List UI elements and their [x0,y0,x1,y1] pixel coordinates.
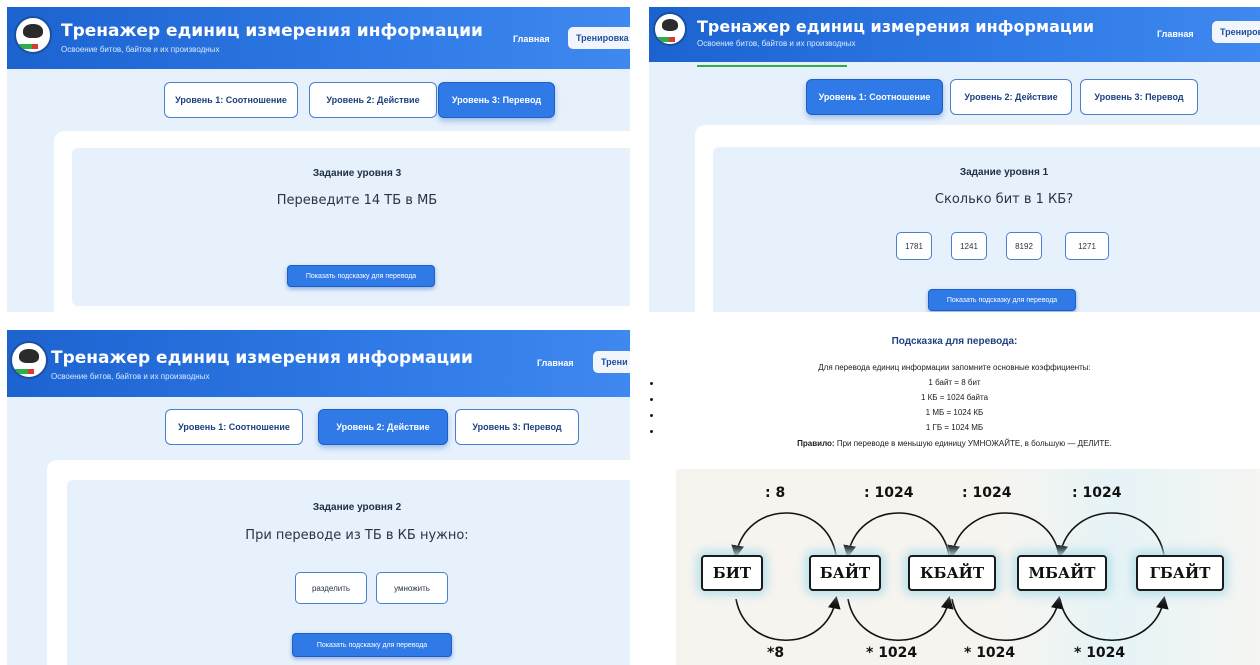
unit-kbyte: КБАЙТ [908,555,996,591]
task-card: Задание уровня 1 Сколько бит в 1 КБ? 178… [695,125,1260,312]
tab-level1[interactable]: Уровень 1: Соотношение [164,82,298,118]
nav-home-link[interactable]: Главная [537,358,574,368]
unit-byte: БАЙТ [809,555,881,591]
tab-level1[interactable]: Уровень 1: Соотношение [806,79,943,115]
panel-level2: Тренажер единиц измерения информации Осв… [7,330,630,665]
multiply-arrow [951,595,1064,641]
divide-label: : 8 [765,485,786,501]
app-header: Тренажер единиц измерения информации Осв… [7,7,630,69]
divide-label: : 1024 [864,485,914,501]
show-hint-button[interactable]: Показать подсказку для перевода [287,265,435,287]
task-title: Задание уровня 1 [959,167,1049,178]
multiply-label: * 1024 [964,645,1016,661]
bullet-marker [650,382,653,385]
divide-arrow [731,512,837,559]
hint-intro: Для перевода единиц информации запомните… [818,363,1091,372]
multiply-arrow [735,595,841,642]
app-subtitle: Освоение битов, байтов и их производных [51,372,210,381]
app-subtitle: Освоение битов, байтов и их производных [61,45,220,54]
multiply-arrow [1059,595,1169,642]
answer-option[interactable]: 1241 [951,232,987,260]
hint-fact: 1 МБ = 1024 КБ [925,408,984,417]
tab-level3[interactable]: Уровень 3: Перевод [1080,79,1198,115]
show-hint-button[interactable]: Показать подсказку для перевода [928,289,1076,311]
multiply-arrow [847,595,954,642]
hint-fact: 1 КБ = 1024 байта [920,393,989,402]
show-hint-button[interactable]: Показать подсказку для перевода [292,633,452,657]
nav-training-button[interactable]: Тренировка [568,27,630,49]
app-title: Тренажер единиц измерения информации [61,21,483,41]
task-title: Задание уровня 3 [312,168,402,179]
divide-arrow [843,512,950,559]
unit-bit: БИТ [701,555,763,591]
bullet-marker [650,430,653,433]
panda-logo-icon [14,16,52,54]
panel-level3: Тренажер единиц измерения информации Осв… [7,7,630,312]
multiply-label: *8 [767,645,785,661]
answer-option[interactable]: 1271 [1065,232,1109,260]
rule-text: При переводе в меньшую единицу УМНОЖАЙТЕ… [834,439,1112,448]
app-title: Тренажер единиц измерения информации [697,17,1095,36]
divide-label: : 1024 [1072,485,1122,501]
divide-arrow [1055,512,1165,559]
multiply-label: * 1024 [866,645,918,661]
tab-level1[interactable]: Уровень 1: Соотношение [165,409,303,445]
unit-mbyte: МБАЙТ [1017,555,1107,591]
divide-label: : 1024 [962,485,1012,501]
panel-hint: Подсказка для перевода: Для перевода еди… [649,330,1260,665]
nav-training-button[interactable]: Тренировк [1212,21,1260,43]
app-subtitle: Освоение битов, байтов и их производных [697,39,856,48]
task-area: Задание уровня 3 Переведите 14 ТБ в МБ П… [72,148,630,306]
task-card: Задание уровня 3 Переведите 14 ТБ в МБ П… [54,131,630,312]
bullet-marker [650,398,653,401]
nav-training-button[interactable]: Трени [593,351,630,373]
hint-rule: Правило: При переводе в меньшую единицу … [649,439,1260,448]
tab-level3[interactable]: Уровень 3: Перевод [438,82,555,118]
nav-home-link[interactable]: Главная [513,34,550,44]
app-title: Тренажер единиц измерения информации [51,348,473,368]
tab-level2[interactable]: Уровень 2: Действие [309,82,437,118]
task-area: Задание уровня 2 При переводе из ТБ в КБ… [67,480,630,665]
task-area: Задание уровня 1 Сколько бит в 1 КБ? 178… [713,147,1260,312]
answer-option[interactable]: 8192 [1006,232,1042,260]
unit-gbyte: ГБАЙТ [1136,555,1224,591]
answer-option-multiply[interactable]: умножить [376,572,448,604]
screenshot-collage: Тренажер единиц измерения информации Осв… [0,0,1260,665]
tab-level3[interactable]: Уровень 3: Перевод [455,409,579,445]
hint-fact: 1 байт = 8 бит [928,378,981,387]
nav-home-link[interactable]: Главная [1157,29,1194,39]
conversion-diagram: БИТ БАЙТ КБАЙТ МБАЙТ ГБАЙТ : 8 : 1024 : … [676,469,1260,665]
hint-fact: 1 ГБ = 1024 МБ [925,423,984,432]
tab-level2[interactable]: Уровень 2: Действие [318,409,448,445]
tab-level2[interactable]: Уровень 2: Действие [950,79,1072,115]
task-question: Переведите 14 ТБ в МБ [276,193,438,208]
task-question: При переводе из ТБ в КБ нужно: [245,528,469,543]
multiply-label: * 1024 [1074,645,1126,661]
panda-logo-icon [653,12,687,46]
divide-arrow [947,512,1060,559]
task-title: Задание уровня 2 [312,502,402,513]
progress-underline [697,65,847,67]
answer-option[interactable]: 1781 [896,232,932,260]
task-card: Задание уровня 2 При переводе из ТБ в КБ… [47,460,630,665]
panda-logo-icon [10,341,48,379]
app-header: Тренажер единиц измерения информации Осв… [649,7,1260,62]
panel-level1: Тренажер единиц измерения информации Осв… [649,7,1260,312]
answer-option-divide[interactable]: разделить [295,572,367,604]
rule-label: Правило: [797,439,835,448]
bullet-marker [650,414,653,417]
task-question: Сколько бит в 1 КБ? [934,192,1074,207]
hint-title: Подсказка для перевода: [891,336,1018,347]
app-header: Тренажер единиц измерения информации Осв… [7,330,630,397]
